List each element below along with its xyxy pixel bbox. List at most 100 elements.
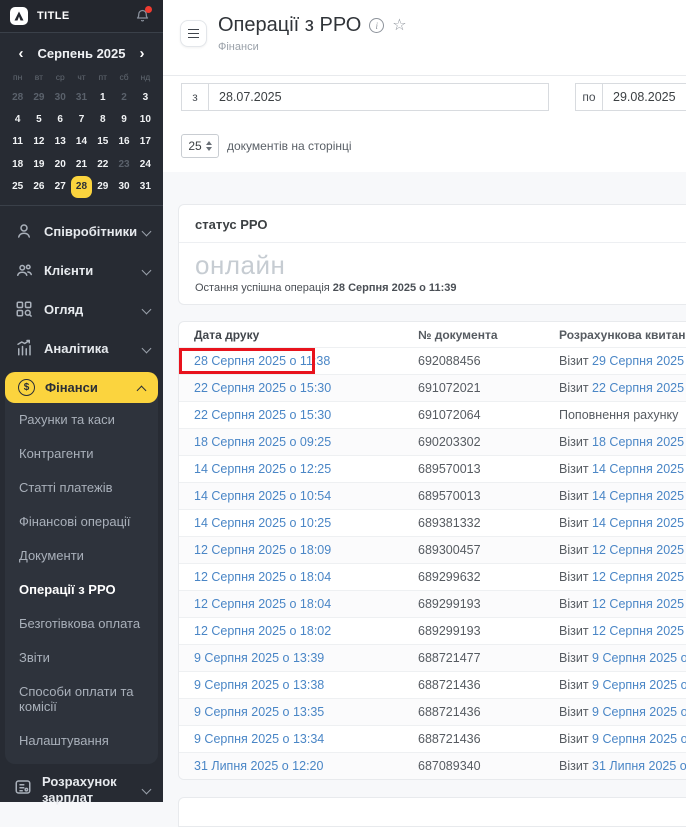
calendar-day[interactable]: 11 xyxy=(7,131,28,153)
calendar-day[interactable]: 9 xyxy=(113,108,134,130)
notifications-bell-icon[interactable] xyxy=(135,8,151,24)
calendar-day[interactable]: 7 xyxy=(71,108,92,130)
receipt-link[interactable]: 18 Серпня 2025 о 10:0 xyxy=(589,435,686,449)
print-date-link[interactable]: 31 Липня 2025 о 12:20 xyxy=(194,759,323,773)
calendar-day[interactable]: 26 xyxy=(28,176,49,198)
receipt-link[interactable]: 9 Серпня 2025 о 14:10 xyxy=(589,651,686,665)
receipt-link[interactable]: 9 Серпня 2025 о 11:35 xyxy=(589,705,686,719)
print-date-link[interactable]: 22 Серпня 2025 о 15:30 xyxy=(194,381,331,395)
submenu-item[interactable]: Операції з РРО xyxy=(5,573,158,607)
calendar-day[interactable]: 17 xyxy=(135,131,156,153)
receipt-link[interactable]: 14 Серпня 2025 о 11:4 xyxy=(589,516,686,530)
receipt-link[interactable]: 31 Липня 2025 о 10:25 xyxy=(589,759,686,773)
submenu-item[interactable]: Документи xyxy=(5,539,158,573)
print-date-link[interactable]: 9 Серпня 2025 о 13:35 xyxy=(194,705,324,719)
submenu-item[interactable]: Звіти xyxy=(5,641,158,675)
calendar-day[interactable]: 12 xyxy=(28,131,49,153)
receipt-link[interactable]: 9 Серпня 2025 о 11:35 xyxy=(589,732,686,746)
print-date-link[interactable]: 12 Серпня 2025 о 18:09 xyxy=(194,543,331,557)
submenu-item[interactable]: Фінансові операції xyxy=(5,505,158,539)
calendar-day[interactable]: 13 xyxy=(50,131,71,153)
payroll-icon xyxy=(14,778,32,801)
receipt-link[interactable]: 14 Серпня 2025 о 13: xyxy=(589,462,686,476)
receipt-link[interactable]: 12 Серпня 2025 о 10:3 xyxy=(589,597,686,611)
calendar-day[interactable]: 31 xyxy=(135,176,156,198)
print-date-link[interactable]: 12 Серпня 2025 о 18:04 xyxy=(194,570,331,584)
favorite-star-icon[interactable]: ☆ xyxy=(392,18,406,34)
info-icon[interactable]: i xyxy=(369,18,384,33)
receipt-link[interactable]: 9 Серпня 2025 о 11:35 xyxy=(589,678,686,692)
submenu-item[interactable]: Способи оплати та комісії xyxy=(5,675,158,724)
calendar-day[interactable]: 30 xyxy=(50,86,71,108)
calendar-prev-button[interactable]: ‹ xyxy=(14,45,28,62)
page-size-value: 25 xyxy=(188,139,201,153)
calendar-day[interactable]: 24 xyxy=(135,153,156,175)
calendar-day[interactable]: 15 xyxy=(92,131,113,153)
receipt-link[interactable]: 12 Серпня 2025 о 14:1 xyxy=(589,543,686,557)
calendar-day[interactable]: 28 xyxy=(7,86,28,108)
receipt-link[interactable]: 12 Серпня 2025 о 12:1 xyxy=(589,570,686,584)
receipt-cell: Візит 9 Серпня 2025 о 11:35 xyxy=(559,705,686,719)
print-date-link[interactable]: 22 Серпня 2025 о 15:30 xyxy=(194,408,331,422)
app-logo[interactable] xyxy=(10,7,28,25)
sidebar-item-employees[interactable]: Співробітники xyxy=(0,212,163,251)
submenu-item[interactable]: Налаштування xyxy=(5,724,158,758)
receipt-link[interactable]: 22 Серпня 2025 о 10: xyxy=(589,381,686,395)
calendar-day[interactable]: 29 xyxy=(28,86,49,108)
calendar-day[interactable]: 2 xyxy=(113,86,134,108)
receipt-link[interactable]: 14 Серпня 2025 о 13: xyxy=(589,489,686,503)
sidebar-item-finance[interactable]: $ Фінанси xyxy=(5,372,158,403)
print-date-link[interactable]: 12 Серпня 2025 о 18:02 xyxy=(194,624,331,638)
sidebar-item-overview[interactable]: Огляд xyxy=(0,290,163,329)
calendar-day[interactable]: 3 xyxy=(135,86,156,108)
date-to-input[interactable] xyxy=(603,83,686,111)
calendar-weekday: сб xyxy=(113,67,134,86)
hamburger-menu-button[interactable] xyxy=(180,20,207,47)
calendar-day[interactable]: 6 xyxy=(50,108,71,130)
calendar-weekday: чт xyxy=(71,67,92,86)
calendar-day[interactable]: 5 xyxy=(28,108,49,130)
sidebar-item-clients[interactable]: Клієнти xyxy=(0,251,163,290)
calendar-day[interactable]: 23 xyxy=(113,153,134,175)
calendar-day[interactable]: 4 xyxy=(7,108,28,130)
submenu-item[interactable]: Контрагенти xyxy=(5,437,158,471)
print-date-link[interactable]: 14 Серпня 2025 о 10:25 xyxy=(194,516,331,530)
receipt-link[interactable]: 12 Серпня 2025 о 10:3 xyxy=(589,624,686,638)
calendar-day[interactable]: 25 xyxy=(7,176,28,198)
print-date-link[interactable]: 14 Серпня 2025 о 10:54 xyxy=(194,489,331,503)
calendar-day[interactable]: 10 xyxy=(135,108,156,130)
calendar-day[interactable]: 21 xyxy=(71,153,92,175)
print-date-link[interactable]: 9 Серпня 2025 о 13:34 xyxy=(194,732,324,746)
print-date-link[interactable]: 12 Серпня 2025 о 18:04 xyxy=(194,597,331,611)
print-date-link[interactable]: 14 Серпня 2025 о 12:25 xyxy=(194,462,331,476)
calendar-day[interactable]: 1 xyxy=(92,86,113,108)
calendar-day[interactable]: 18 xyxy=(7,153,28,175)
print-date-link[interactable]: 9 Серпня 2025 о 13:38 xyxy=(194,678,324,692)
receipt-prefix: Візит xyxy=(559,381,589,395)
calendar-day[interactable]: 28 xyxy=(71,176,92,198)
sidebar-item-analytics[interactable]: Аналітика xyxy=(0,329,163,368)
calendar-day[interactable]: 16 xyxy=(113,131,134,153)
page-size-select[interactable]: 25 xyxy=(181,134,219,158)
submenu-item[interactable]: Безготівкова оплата xyxy=(5,607,158,641)
calendar-day[interactable]: 22 xyxy=(92,153,113,175)
date-from-input[interactable] xyxy=(209,83,549,111)
print-date-link[interactable]: 18 Серпня 2025 о 09:25 xyxy=(194,435,331,449)
print-date-link[interactable]: 28 Серпня 2025 о 11:38 xyxy=(194,354,330,368)
calendar-day[interactable]: 20 xyxy=(50,153,71,175)
print-date-link[interactable]: 9 Серпня 2025 о 13:39 xyxy=(194,651,324,665)
table-col-header: № документа xyxy=(418,328,559,342)
calendar-day[interactable]: 27 xyxy=(50,176,71,198)
calendar-day[interactable]: 14 xyxy=(71,131,92,153)
calendar-day[interactable]: 29 xyxy=(92,176,113,198)
receipt-link[interactable]: 29 Серпня 2025 о 12: xyxy=(589,354,686,368)
calendar-next-button[interactable]: › xyxy=(135,45,149,62)
calendar-day[interactable]: 31 xyxy=(71,86,92,108)
submenu-item[interactable]: Статті платежів xyxy=(5,471,158,505)
calendar-day[interactable]: 30 xyxy=(113,176,134,198)
calendar-day[interactable]: 19 xyxy=(28,153,49,175)
sidebar-item-payroll[interactable]: Розрахунок зарплат xyxy=(0,764,163,806)
calendar-day[interactable]: 8 xyxy=(92,108,113,130)
submenu-item[interactable]: Рахунки та каси xyxy=(5,403,158,437)
dollar-icon: $ xyxy=(18,379,35,396)
